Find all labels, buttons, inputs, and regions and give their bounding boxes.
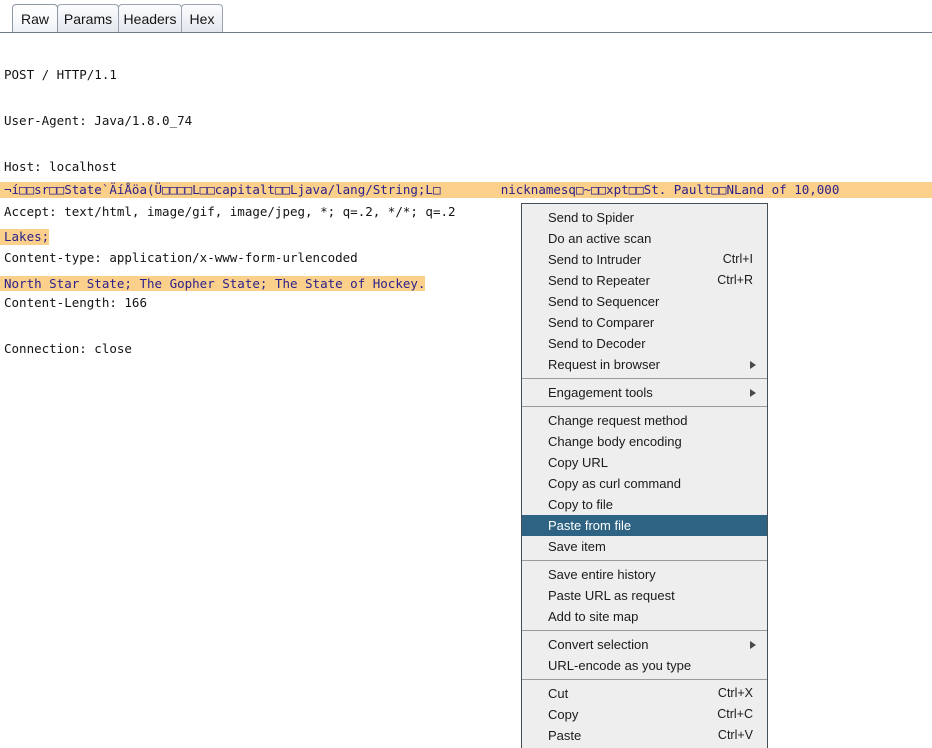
request-line: User-Agent: Java/1.8.0_74	[4, 113, 932, 128]
menu-item-label: Cut	[548, 683, 568, 704]
menu-item-label: Engagement tools	[548, 382, 653, 403]
menu-item-paste-from-file[interactable]: Paste from file	[522, 515, 767, 536]
request-blank-line	[4, 387, 932, 402]
menu-item-label: Save entire history	[548, 564, 656, 585]
selected-body-line: North Star State; The Gopher State; The …	[0, 276, 425, 292]
submenu-arrow-icon	[750, 361, 756, 369]
menu-item-copy[interactable]: Copy Ctrl+C	[522, 704, 767, 725]
menu-item-label: Add to site map	[548, 606, 638, 627]
tab-headers-label: Headers	[124, 11, 177, 27]
menu-item-label: Send to Decoder	[548, 333, 646, 354]
menu-item-request-in-browser[interactable]: Request in browser	[522, 354, 767, 375]
menu-item-shortcut: Ctrl+X	[718, 683, 753, 704]
menu-item-send-to-decoder[interactable]: Send to Decoder	[522, 333, 767, 354]
menu-item-engagement-tools[interactable]: Engagement tools	[522, 382, 767, 403]
tab-params-label: Params	[64, 11, 112, 27]
menu-item-cut[interactable]: Cut Ctrl+X	[522, 683, 767, 704]
selected-body-line: Lakes;	[0, 229, 49, 245]
menu-item-shortcut: Ctrl+V	[718, 725, 753, 746]
menu-item-send-to-intruder[interactable]: Send to Intruder Ctrl+I	[522, 249, 767, 270]
menu-item-label: Send to Comparer	[548, 312, 654, 333]
menu-separator	[522, 679, 767, 680]
menu-item-label: Change request method	[548, 410, 687, 431]
submenu-arrow-icon	[750, 389, 756, 397]
menu-item-copy-to-file[interactable]: Copy to file	[522, 494, 767, 515]
menu-item-copy-url[interactable]: Copy URL	[522, 452, 767, 473]
menu-item-shortcut: Ctrl+I	[723, 249, 753, 270]
menu-item-shortcut: Ctrl+C	[717, 704, 753, 725]
menu-item-label: Request in browser	[548, 354, 660, 375]
menu-item-label: URL-encode as you type	[548, 655, 691, 676]
menu-separator	[522, 560, 767, 561]
menu-item-add-to-site-map[interactable]: Add to site map	[522, 606, 767, 627]
menu-item-label: Copy to file	[548, 494, 613, 515]
selected-request-body[interactable]: ¬í□□sr□□State`ÄíÅöa(Ü□□□□L□□capitalt□□Lj…	[0, 151, 932, 323]
menu-item-label: Send to Spider	[548, 207, 634, 228]
menu-item-label: Copy URL	[548, 452, 608, 473]
menu-item-change-body-encoding[interactable]: Change body encoding	[522, 431, 767, 452]
tab-hex-label: Hex	[190, 11, 215, 27]
menu-item-label: Do an active scan	[548, 228, 651, 249]
menu-separator	[522, 378, 767, 379]
message-editor-tab-strip: Raw Params Headers Hex	[0, 0, 932, 33]
menu-item-save-item[interactable]: Save item	[522, 536, 767, 557]
menu-item-paste-url-as-request[interactable]: Paste URL as request	[522, 585, 767, 606]
menu-item-label: Paste from file	[548, 515, 631, 536]
menu-item-label: Copy	[548, 704, 578, 725]
menu-item-change-request-method[interactable]: Change request method	[522, 410, 767, 431]
menu-item-label: Convert selection	[548, 634, 648, 655]
menu-item-label: Send to Repeater	[548, 270, 650, 291]
menu-item-label: Paste	[548, 725, 581, 746]
selected-body-line: ¬í□□sr□□State`ÄíÅöa(Ü□□□□L□□capitalt□□Lj…	[0, 182, 932, 198]
request-line: POST / HTTP/1.1	[4, 67, 932, 82]
menu-item-send-to-comparer[interactable]: Send to Comparer	[522, 312, 767, 333]
menu-item-copy-as-curl-command[interactable]: Copy as curl command	[522, 473, 767, 494]
menu-item-send-to-sequencer[interactable]: Send to Sequencer	[522, 291, 767, 312]
tab-params[interactable]: Params	[57, 4, 119, 32]
menu-separator	[522, 406, 767, 407]
menu-item-label: Paste URL as request	[548, 585, 675, 606]
tab-headers[interactable]: Headers	[118, 4, 182, 32]
menu-item-label: Change body encoding	[548, 431, 682, 452]
request-context-menu[interactable]: Send to SpiderDo an active scanSend to I…	[521, 203, 768, 748]
tab-raw-label: Raw	[21, 11, 49, 27]
menu-separator	[522, 630, 767, 631]
tab-hex[interactable]: Hex	[181, 4, 223, 32]
submenu-arrow-icon	[750, 641, 756, 649]
menu-item-save-entire-history[interactable]: Save entire history	[522, 564, 767, 585]
menu-item-send-to-repeater[interactable]: Send to Repeater Ctrl+R	[522, 270, 767, 291]
menu-item-label: Copy as curl command	[548, 473, 681, 494]
menu-item-url-encode-as-you-type[interactable]: URL-encode as you type	[522, 655, 767, 676]
menu-item-do-an-active-scan[interactable]: Do an active scan	[522, 228, 767, 249]
menu-item-send-to-spider[interactable]: Send to Spider	[522, 207, 767, 228]
menu-item-label: Save item	[548, 536, 606, 557]
menu-item-paste[interactable]: Paste Ctrl+V	[522, 725, 767, 746]
tab-raw[interactable]: Raw	[12, 4, 58, 32]
request-line: Connection: close	[4, 341, 932, 356]
menu-item-shortcut: Ctrl+R	[717, 270, 753, 291]
menu-item-convert-selection[interactable]: Convert selection	[522, 634, 767, 655]
menu-item-label: Send to Sequencer	[548, 291, 659, 312]
menu-item-label: Send to Intruder	[548, 249, 641, 270]
raw-request-editor[interactable]: POST / HTTP/1.1 User-Agent: Java/1.8.0_7…	[0, 33, 932, 748]
